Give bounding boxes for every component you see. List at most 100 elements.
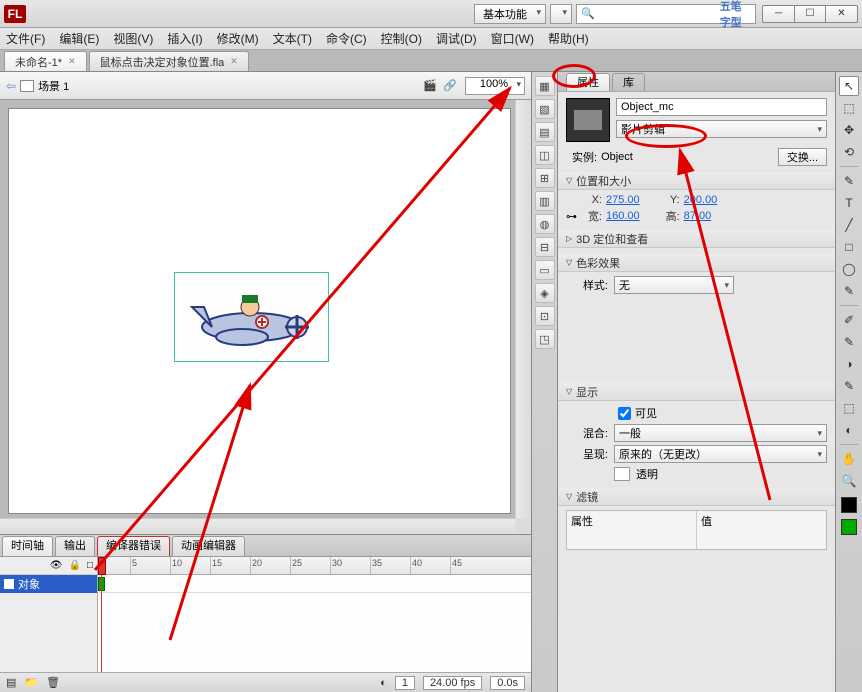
scrollbar-horizontal[interactable] xyxy=(0,518,515,534)
tool-0[interactable]: ↖ xyxy=(839,76,859,96)
tool-15[interactable]: ◐ xyxy=(839,420,859,440)
dock-icon-6[interactable]: ◍ xyxy=(535,214,555,234)
doc-tab-1[interactable]: 未命名-1*✕ xyxy=(4,51,87,71)
back-icon[interactable]: ⇦ xyxy=(6,79,16,93)
dock-icon-10[interactable]: ⊡ xyxy=(535,306,555,326)
menu-debug[interactable]: 调试(D) xyxy=(436,30,477,47)
dock-icon-1[interactable]: ▧ xyxy=(535,99,555,119)
doc-tab-2[interactable]: 鼠标点击决定对象位置.fla✕ xyxy=(89,51,249,71)
playhead[interactable] xyxy=(98,557,106,575)
tool-1[interactable]: ⬚ xyxy=(839,98,859,118)
dock-icon-4[interactable]: ⊞ xyxy=(535,168,555,188)
menu-commands[interactable]: 命令(C) xyxy=(326,30,367,47)
tab-library[interactable]: 库 xyxy=(612,73,645,91)
y-value[interactable]: 200.00 xyxy=(684,194,718,206)
section-3d[interactable]: ▷3D 定位和查看 xyxy=(558,230,835,248)
menu-file[interactable]: 文件(F) xyxy=(6,30,45,47)
minimize-button[interactable]: ─ xyxy=(762,5,794,23)
dock-icon-7[interactable]: ⊟ xyxy=(535,237,555,257)
render-dropdown[interactable]: 原来的（无更改） xyxy=(614,445,827,463)
tool-7[interactable]: □ xyxy=(839,237,859,257)
layer-row[interactable]: 对象 xyxy=(0,575,97,593)
tool-16[interactable]: ✋ xyxy=(839,449,859,469)
search-input[interactable] xyxy=(599,8,720,20)
dock-icon-0[interactable]: ▦ xyxy=(535,76,555,96)
dock-icon-3[interactable]: ◫ xyxy=(535,145,555,165)
new-layer-icon[interactable]: ▤ xyxy=(6,676,16,689)
transparent-swatch[interactable] xyxy=(614,467,630,481)
elapsed-time: 0.0s xyxy=(490,676,525,690)
new-folder-icon[interactable]: 📁 xyxy=(24,676,38,689)
frame-row[interactable] xyxy=(98,575,531,593)
tab-timeline[interactable]: 时间轴 xyxy=(2,536,53,556)
onion-skin-icon[interactable]: ◐ xyxy=(380,677,387,689)
menu-insert[interactable]: 插入(I) xyxy=(167,30,202,47)
lock-icon[interactable]: 🔒 xyxy=(69,560,81,571)
filters-grid: 属性 值 xyxy=(566,510,827,550)
tool-10[interactable]: ✐ xyxy=(839,310,859,330)
stroke-swatch[interactable] xyxy=(841,497,857,513)
close-icon[interactable]: ✕ xyxy=(68,56,76,67)
lock-aspect-icon[interactable]: ⊶ xyxy=(566,210,580,223)
close-icon[interactable]: ✕ xyxy=(230,56,238,67)
x-value[interactable]: 275.00 xyxy=(606,194,640,206)
menu-text[interactable]: 文本(T) xyxy=(273,30,312,47)
section-color-effect[interactable]: ▽色彩效果 xyxy=(558,254,835,272)
tool-3[interactable]: ⟲ xyxy=(839,142,859,162)
maximize-button[interactable]: ☐ xyxy=(794,5,826,23)
workspace-dropdown[interactable]: 基本功能 xyxy=(474,4,546,24)
delete-layer-icon[interactable]: 🗑 xyxy=(46,676,60,689)
menu-edit[interactable]: 编辑(E) xyxy=(59,30,99,47)
selected-instance[interactable] xyxy=(174,272,329,362)
dock-icon-9[interactable]: ◈ xyxy=(535,283,555,303)
tool-9[interactable]: ✎ xyxy=(839,281,859,301)
swap-button[interactable]: 交换... xyxy=(778,148,827,166)
tool-4[interactable]: ✎ xyxy=(839,171,859,191)
tool-11[interactable]: ✎ xyxy=(839,332,859,352)
tool-8[interactable]: ◯ xyxy=(839,259,859,279)
section-filters[interactable]: ▽滤镜 xyxy=(558,488,835,506)
tab-properties[interactable]: 属性 xyxy=(566,73,610,91)
tool-12[interactable]: ◑ xyxy=(839,354,859,374)
blend-dropdown[interactable]: 一般 xyxy=(614,424,827,442)
visible-checkbox[interactable] xyxy=(618,407,631,420)
menu-control[interactable]: 控制(O) xyxy=(381,30,422,47)
eye-icon[interactable]: 👁 xyxy=(50,560,63,571)
zoom-dropdown[interactable]: 100% xyxy=(465,77,525,95)
frames-area[interactable]: 151015202530354045 xyxy=(98,557,531,672)
stage[interactable] xyxy=(8,108,511,514)
tab-compiler-errors[interactable]: 编译器错误 xyxy=(97,536,170,556)
h-value[interactable]: 87.00 xyxy=(684,210,712,222)
frame-ruler[interactable]: 151015202530354045 xyxy=(98,557,531,575)
dock-icon-11[interactable]: ◳ xyxy=(535,329,555,349)
dock-icon-5[interactable]: ▥ xyxy=(535,191,555,211)
tool-5[interactable]: T xyxy=(839,193,859,213)
edit-symbol-icon[interactable]: 🔗 xyxy=(441,77,459,95)
tool-13[interactable]: ✎ xyxy=(839,376,859,396)
tool-2[interactable]: ✥ xyxy=(839,120,859,140)
workspace-options[interactable] xyxy=(550,4,572,24)
scrollbar-vertical[interactable] xyxy=(515,100,531,518)
tool-14[interactable]: ⬚ xyxy=(839,398,859,418)
dock-icon-8[interactable]: ▭ xyxy=(535,260,555,280)
menu-window[interactable]: 窗口(W) xyxy=(491,30,534,47)
tool-6[interactable]: ╱ xyxy=(839,215,859,235)
color-style-dropdown[interactable]: 无 xyxy=(614,276,734,294)
menu-modify[interactable]: 修改(M) xyxy=(217,30,259,47)
instance-name-input[interactable] xyxy=(616,98,827,116)
tool-17[interactable]: 🔍 xyxy=(839,471,859,491)
symbol-type-dropdown[interactable]: 影片剪辑 xyxy=(616,120,827,138)
w-value[interactable]: 160.00 xyxy=(606,210,640,222)
outline-icon[interactable]: □ xyxy=(87,560,93,571)
help-search[interactable]: 🔍 五笔字型 xyxy=(576,4,756,24)
dock-icon-2[interactable]: ▤ xyxy=(535,122,555,142)
fill-swatch[interactable] xyxy=(841,519,857,535)
section-position-size[interactable]: ▽位置和大小 xyxy=(558,172,835,190)
close-button[interactable]: ✕ xyxy=(826,5,858,23)
menu-help[interactable]: 帮助(H) xyxy=(548,30,589,47)
tab-output[interactable]: 输出 xyxy=(55,536,95,556)
edit-scene-icon[interactable]: 🎬 xyxy=(421,77,439,95)
tab-motion-editor[interactable]: 动画编辑器 xyxy=(172,536,245,556)
section-display[interactable]: ▽显示 xyxy=(558,383,835,401)
menu-view[interactable]: 视图(V) xyxy=(113,30,153,47)
